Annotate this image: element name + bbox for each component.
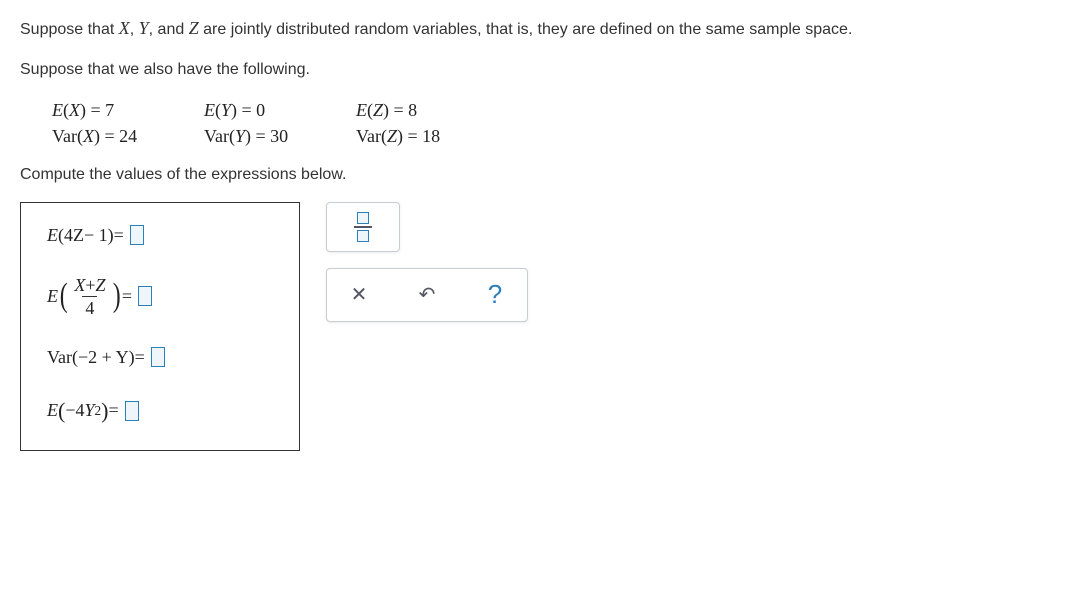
- var-z: Z: [189, 18, 199, 38]
- answer-4-input[interactable]: [125, 401, 139, 421]
- answer-3-input[interactable]: [151, 347, 165, 367]
- undo-icon: ↶: [419, 282, 436, 307]
- intro-line-2: Suppose that we also have the following.: [20, 59, 1063, 81]
- intro-line-1: Suppose that X, Y, and Z are jointly dis…: [20, 16, 1063, 41]
- intro-text-2: are jointly distributed random variables…: [199, 21, 853, 38]
- var-y: Y: [139, 18, 149, 38]
- help-icon: ?: [488, 279, 502, 310]
- answer-box: E(4Z− 1) = E ( X+Z 4 ) = Var(−2 + Y) = E…: [20, 202, 300, 451]
- intro-text-1: Suppose that: [20, 21, 119, 38]
- e-y: E(Y) = 0: [204, 100, 324, 122]
- help-button[interactable]: ?: [481, 281, 509, 309]
- expectation-row: E(X) = 7 E(Y) = 0 E(Z) = 8: [52, 100, 1063, 122]
- e-z: E(Z) = 8: [356, 100, 476, 122]
- given-values: E(X) = 7 E(Y) = 0 E(Z) = 8 Var(X) = 24 V…: [20, 100, 1063, 148]
- answer-3: Var(−2 + Y) =: [47, 347, 273, 368]
- var-x-cell: Var(X) = 24: [52, 126, 172, 148]
- answer-1-input[interactable]: [130, 225, 144, 245]
- work-area: E(4Z− 1) = E ( X+Z 4 ) = Var(−2 + Y) = E…: [20, 202, 1063, 451]
- intro-sep-1: ,: [130, 21, 139, 38]
- compute-instruction: Compute the values of the expressions be…: [20, 166, 1063, 184]
- answer-1: E(4Z− 1) =: [47, 225, 273, 246]
- e-x: E(X) = 7: [52, 100, 172, 122]
- variance-row: Var(X) = 24 Var(Y) = 30 Var(Z) = 18: [52, 126, 1063, 148]
- fraction: X+Z 4: [71, 276, 108, 317]
- undo-button[interactable]: ↶: [413, 281, 441, 309]
- var-x: X: [119, 18, 130, 38]
- tool-panel: ✕ ↶ ?: [326, 202, 528, 322]
- answer-2-input[interactable]: [138, 286, 152, 306]
- clear-button[interactable]: ✕: [345, 281, 373, 309]
- action-tool-row: ✕ ↶ ?: [326, 268, 528, 322]
- fraction-tool-row: [326, 202, 400, 252]
- answer-2: E ( X+Z 4 ) =: [47, 276, 273, 317]
- fraction-tool-button[interactable]: [349, 213, 377, 241]
- x-icon: ✕: [351, 282, 368, 307]
- intro-sep-2: , and: [149, 21, 189, 38]
- answer-4: E(−4Y2) =: [47, 398, 273, 424]
- var-y-cell: Var(Y) = 30: [204, 126, 324, 148]
- big-paren: ( X+Z 4 ): [58, 276, 122, 317]
- fraction-icon: [354, 212, 372, 242]
- var-z-cell: Var(Z) = 18: [356, 126, 476, 148]
